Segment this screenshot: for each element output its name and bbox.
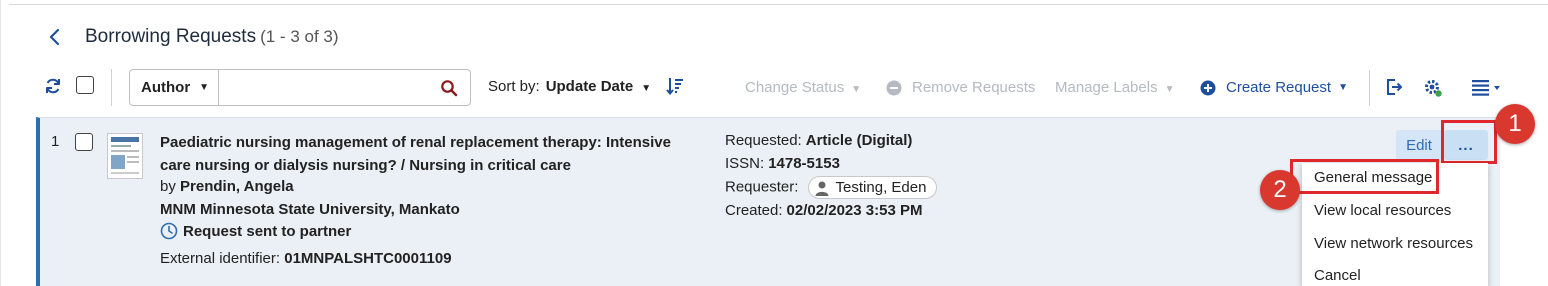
- author-name: Prendin, Angela: [180, 178, 294, 195]
- left-divider: [0, 0, 1, 286]
- change-status-button[interactable]: Change Status ▼: [745, 79, 861, 96]
- search-icon[interactable]: [440, 79, 458, 97]
- highlight-box-general-message: [1290, 159, 1439, 194]
- issn-value: 1478-5153: [768, 155, 840, 172]
- list-view-icon[interactable]: [1471, 78, 1503, 100]
- step-badge-2: 2: [1260, 170, 1300, 210]
- by-label: by: [160, 178, 176, 195]
- search-field-select[interactable]: Author ▼: [129, 69, 219, 106]
- export-icon[interactable]: [1385, 78, 1407, 100]
- caret-down-icon: ▼: [641, 83, 652, 94]
- edit-button[interactable]: Edit: [1396, 130, 1442, 160]
- sort-control[interactable]: Sort by: Update Date ▼: [488, 78, 651, 95]
- request-status: Request sent to partner: [160, 222, 351, 240]
- search-input[interactable]: [218, 69, 471, 106]
- page-title-text: Borrowing Requests: [85, 26, 257, 47]
- request-title[interactable]: Paediatric nursing management of renal r…: [160, 131, 705, 177]
- back-icon[interactable]: [44, 26, 64, 48]
- manage-labels-label: Manage Labels: [1055, 79, 1158, 96]
- author-line: by Prendin, Angela: [160, 178, 294, 195]
- person-icon: [814, 180, 830, 196]
- result-count: (1 - 3 of 3): [260, 27, 339, 46]
- remove-requests-label: Remove Requests: [912, 79, 1036, 96]
- requested-label: Requested:: [725, 132, 802, 149]
- select-all-checkbox[interactable]: [76, 76, 94, 94]
- external-id-label: External identifier:: [160, 250, 281, 267]
- requester-line: Requester: Testing, Eden: [725, 176, 938, 199]
- issn-label: ISSN:: [725, 155, 765, 172]
- issn-line: ISSN: 1478-5153: [725, 155, 840, 172]
- created-label: Created:: [725, 202, 783, 219]
- created-value: 02/02/2023 3:53 PM: [786, 202, 923, 219]
- manage-labels-button[interactable]: Manage Labels ▼: [1055, 79, 1174, 96]
- settings-icon[interactable]: [1423, 78, 1445, 100]
- sort-direction-icon[interactable]: [666, 76, 684, 96]
- caret-down-icon: ▼: [199, 82, 210, 93]
- row-checkbox[interactable]: [75, 133, 93, 151]
- external-id-value: 01MNPALSHTC0001109: [284, 250, 452, 267]
- sort-value: Update Date: [545, 78, 634, 95]
- requester-label: Requester:: [725, 178, 799, 196]
- refresh-icon[interactable]: [44, 77, 64, 97]
- toolbar: Author ▼ Sort by: Update Date ▼ Change Stat…: [0, 66, 1548, 110]
- cover-thumbnail: [107, 133, 143, 179]
- top-divider: [9, 4, 1548, 5]
- caret-down-icon: ▼: [1338, 82, 1348, 93]
- toolbar-divider: [111, 69, 112, 106]
- external-id-line: External identifier: 01MNPALSHTC0001109: [160, 250, 452, 267]
- library-name: MNM Minnesota State University, Mankato: [160, 201, 460, 218]
- sort-label: Sort by:: [488, 78, 540, 95]
- toolbar-divider: [1369, 70, 1370, 106]
- step-badge-1: 1: [1495, 104, 1535, 144]
- caret-down-icon: ▼: [1164, 84, 1175, 95]
- remove-requests-button[interactable]: Remove Requests: [886, 79, 1035, 96]
- requester-name: Testing, Eden: [835, 179, 927, 196]
- change-status-label: Change Status: [745, 79, 845, 96]
- status-text: Request sent to partner: [183, 222, 352, 240]
- create-request-label: Create Request: [1226, 79, 1332, 96]
- requested-value: Article (Digital): [805, 132, 913, 149]
- plus-circle-icon: [1200, 80, 1216, 96]
- row-index: 1: [51, 133, 60, 150]
- created-line: Created: 02/02/2023 3:53 PM: [725, 202, 922, 219]
- minus-circle-icon: [886, 80, 902, 96]
- caret-down-icon: ▼: [851, 84, 862, 95]
- requester-chip[interactable]: Testing, Eden: [807, 176, 938, 199]
- page-title: Borrowing Requests (1 - 3 of 3): [85, 26, 339, 48]
- menu-item-cancel[interactable]: Cancel: [1314, 267, 1361, 284]
- requested-line: Requested: Article (Digital): [725, 132, 912, 149]
- create-request-button[interactable]: Create Request ▼: [1200, 79, 1348, 96]
- menu-item-view-network-resources[interactable]: View network resources: [1314, 235, 1473, 252]
- menu-item-view-local-resources[interactable]: View local resources: [1314, 202, 1451, 219]
- search-field-label: Author: [141, 79, 191, 96]
- highlight-box-more: [1441, 120, 1497, 164]
- clock-icon: [160, 222, 178, 240]
